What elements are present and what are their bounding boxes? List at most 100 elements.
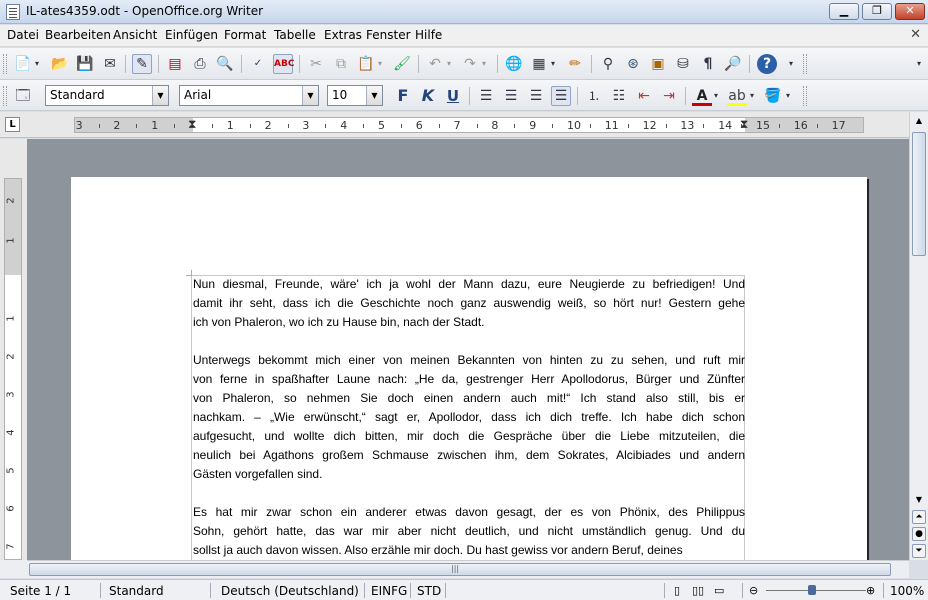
toolbar-overflow-icon[interactable]: ▾ [912,54,926,74]
vertical-scroll-thumb[interactable] [912,132,926,256]
table-dropdown-icon[interactable]: ▾ [548,54,558,74]
align-center-icon[interactable]: ☰ [501,86,521,106]
zoom-icon[interactable]: 🔎 [723,54,743,74]
increase-indent-icon[interactable]: ⇥ [659,86,679,106]
paragraph[interactable]: Unterwegs bekommt mich einer von meinen … [193,351,745,484]
zoom-in-icon[interactable]: ⊕ [866,584,875,597]
menu-tabelle[interactable]: Tabelle [274,28,316,42]
text-line[interactable]: damit ihr seht, dass ich die Geschichte … [193,294,745,313]
text-line[interactable]: sollst ja auch davon wissen. Also erzähl… [193,541,745,560]
image-icon[interactable]: ▣ [648,54,668,74]
text-line[interactable]: Nun diesmal, Freunde, wäre' ich ja wohl … [193,275,745,294]
ruler-scale[interactable]: 3 2 1 1 2 3 4 5 6 7 8 9 10 11 12 13 14 15 16 17 ⧗ ⧗ [74,117,864,133]
scroll-down-icon[interactable]: ▼ [911,492,927,508]
bullets-icon[interactable]: ☷ [609,86,629,106]
vertical-ruler[interactable]: 2 1 1 2 3 4 5 6 7 [4,178,22,560]
text-line[interactable]: aufgesucht, und wollte dich bitten, mir … [193,427,745,446]
redo-icon[interactable]: ↷ [460,54,480,74]
toolbar-more-icon[interactable]: ▾ [786,54,796,74]
menu-ansicht[interactable]: Ansicht [113,28,157,42]
text-line[interactable]: von Phaleron, so nehmen Sie doch einen a… [193,389,745,408]
save-icon[interactable]: 💾 [75,54,95,74]
bold-icon[interactable]: F [393,86,413,106]
align-left-icon[interactable]: ☰ [476,86,496,106]
redo-dropdown-icon[interactable]: ▾ [479,54,489,74]
tab-type-selector[interactable]: L [5,117,20,132]
chevron-down-icon[interactable]: ▼ [366,86,382,105]
status-selection-mode[interactable]: STD [417,584,441,598]
highlight-icon[interactable]: ab [727,86,747,106]
indent-marker-icon[interactable]: ⧗ [188,117,196,132]
text-line[interactable]: nachkam. – „Wie erwünscht,“ sagt er, Apo… [193,408,745,427]
open-icon[interactable]: 📂 [50,54,70,74]
background-dropdown-icon[interactable]: ▾ [783,86,793,106]
chevron-down-icon[interactable]: ▼ [152,86,168,105]
background-color-icon[interactable]: 🪣 [763,86,783,106]
styles-icon[interactable]: 🗔 [13,86,33,106]
undo-dropdown-icon[interactable]: ▾ [444,54,454,74]
align-right-icon[interactable]: ☰ [526,86,546,106]
status-zoom[interactable]: 100% [890,584,924,598]
preview-icon[interactable]: 🔍 [215,54,235,74]
datasource-icon[interactable]: ⛁ [673,54,693,74]
document-page[interactable]: Nun diesmal, Freunde, wäre' ich ja wohl … [71,177,867,560]
draw-icon[interactable]: ✏ [565,54,585,74]
toolbar-grip[interactable] [3,54,7,74]
indent-marker-icon[interactable]: ⧗ [740,117,748,132]
vertical-scrollbar[interactable]: ▲ ▼ ⏶ ● ⏷ [909,112,928,560]
menu-format[interactable]: Format [224,28,266,42]
scroll-up-icon[interactable]: ▲ [911,113,927,129]
status-insert-mode[interactable]: EINFG [371,584,407,598]
toolbar-grip-4[interactable] [803,86,807,106]
status-page-style[interactable]: Standard [109,584,164,598]
text-line[interactable]: ich von Phaleron, wo ich zu Hause bin, n… [193,313,745,332]
zoom-out-icon[interactable]: ⊖ [749,584,758,597]
text-line[interactable]: Sohn, gehört hatte, das war mir aber nic… [193,522,745,541]
decrease-indent-icon[interactable]: ⇤ [634,86,654,106]
text-line[interactable]: Unterwegs bekommt mich einer von meinen … [193,351,745,370]
font-name-combo[interactable]: Arial ▼ [179,85,319,106]
find-icon[interactable]: ⚲ [598,54,618,74]
menu-datei[interactable]: Datei [7,28,39,42]
highlight-dropdown-icon[interactable]: ▾ [747,86,757,106]
close-document-icon[interactable]: ✕ [910,27,921,42]
format-paintbrush-icon[interactable]: 🖌 [392,54,412,74]
font-color-dropdown-icon[interactable]: ▾ [711,86,721,106]
nonprinting-icon[interactable]: ¶ [698,54,718,74]
minimize-button[interactable]: ▁ [829,3,859,20]
underline-icon[interactable]: U [443,86,463,106]
chevron-down-icon[interactable]: ▼ [302,86,318,105]
italic-icon[interactable]: K [418,86,438,106]
previous-page-icon[interactable]: ⏶ [912,510,926,524]
text-line[interactable]: Gästen vorgefallen sind. [193,465,745,484]
close-window-button[interactable]: ✕ [895,3,925,20]
print-icon[interactable]: ⎙ [190,54,210,74]
navigation-icon[interactable]: ● [912,527,926,541]
numbering-icon[interactable]: ⒈ [584,86,604,106]
horizontal-scroll-thumb[interactable] [29,563,891,576]
status-page[interactable]: Seite 1 / 1 [10,584,71,598]
paste-dropdown-icon[interactable]: ▾ [375,54,385,74]
toolbar-grip-3[interactable] [3,86,7,106]
document-area[interactable]: Nun diesmal, Freunde, wäre' ich ja wohl … [27,139,909,560]
font-color-icon[interactable]: A [692,86,712,106]
menu-fenster[interactable]: Fenster [366,28,411,42]
text-line[interactable]: Es hat mir zwar schon ein anderer etwas … [193,503,745,522]
pdf-icon[interactable]: ▤ [165,54,185,74]
align-justify-icon[interactable]: ☰ [551,86,571,106]
menu-hilfe[interactable]: Hilfe [415,28,442,42]
new-dropdown-icon[interactable]: ▾ [32,54,42,74]
cut-icon[interactable]: ✂ [306,54,326,74]
copy-icon[interactable]: ⧉ [331,54,351,74]
menu-einfuegen[interactable]: Einfügen [165,28,218,42]
edit-icon[interactable]: ✎ [132,54,152,74]
next-page-icon[interactable]: ⏷ [912,544,926,558]
new-icon[interactable]: 📄 [13,54,33,74]
mail-icon[interactable]: ✉ [100,54,120,74]
status-language[interactable]: Deutsch (Deutschland) [221,584,359,598]
text-line[interactable]: von ferne in spaßhafter Laune nach: „He … [193,370,745,389]
autospell-icon[interactable]: ABC [273,54,294,74]
toolbar-grip-2[interactable] [803,54,807,74]
font-size-combo[interactable]: 10 ▼ [327,85,383,106]
single-page-view-icon[interactable]: ▯ [674,584,680,597]
